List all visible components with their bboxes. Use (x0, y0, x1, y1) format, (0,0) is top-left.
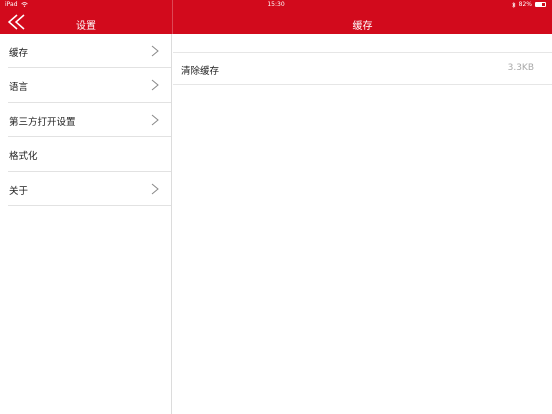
sidebar-item-about[interactable]: 关于 (8, 172, 171, 206)
sidebar-item-label: 关于 (9, 185, 29, 197)
chevron-right-icon (151, 45, 159, 57)
section-spacer (173, 34, 552, 53)
sidebar-item-label: 格式化 (9, 151, 38, 163)
battery-percent: 82% (518, 1, 532, 8)
status-bar: iPad 15:30 82% (0, 0, 552, 10)
clear-cache-row[interactable]: 清除缓存 3.3KB (173, 53, 552, 85)
settings-title: 设置 (76, 21, 96, 32)
status-time: 15:30 (267, 1, 285, 8)
cache-title: 缓存 (352, 21, 373, 32)
sidebar-item-label: 第三方打开设置 (9, 116, 76, 128)
sidebar-item-label: 缓存 (9, 48, 29, 59)
chevron-right-icon (151, 80, 159, 91)
sidebar-item-cache[interactable]: 缓存 (8, 34, 171, 69)
chevron-right-icon (151, 114, 159, 126)
sidebar-item-language[interactable]: 语言 (8, 68, 171, 103)
top-bar: iPad 15:30 82% 设置 缓存 (0, 0, 552, 34)
clear-cache-label: 清除缓存 (181, 66, 220, 77)
cache-panel: 清除缓存 3.3KB (173, 34, 552, 414)
chevron-right-icon (151, 183, 159, 194)
bluetooth-icon (511, 1, 516, 8)
sidebar-item-label: 语言 (9, 82, 29, 94)
sidebar-item-third-party-open[interactable]: 第三方打开设置 (8, 103, 171, 138)
sidebar-item-format[interactable]: 格式化 (8, 137, 171, 172)
settings-sidebar: 缓存 语言 第三方打开设置 格式化 关于 (0, 34, 172, 414)
battery-icon (535, 2, 546, 7)
cache-size-value: 3.3KB (507, 63, 534, 73)
